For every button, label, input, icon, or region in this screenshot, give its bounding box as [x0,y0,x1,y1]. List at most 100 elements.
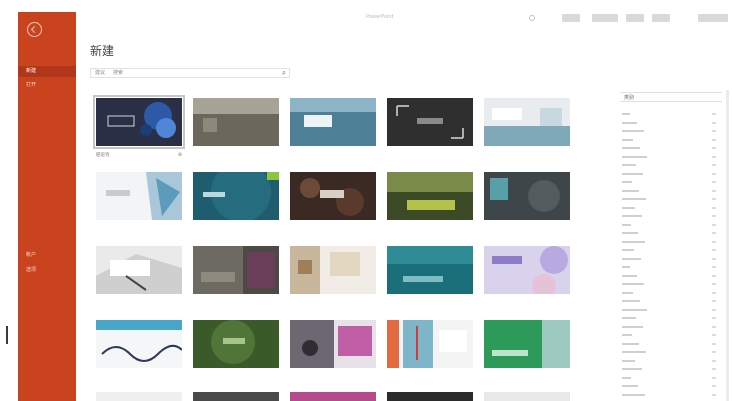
category-count-placeholder [712,223,716,226]
category-text-placeholder [622,308,647,311]
category-item[interactable] [618,153,722,161]
category-item[interactable] [618,382,722,390]
template-card[interactable] [484,392,570,401]
category-panel: 类别 [618,90,722,401]
category-item[interactable] [618,144,722,152]
category-text-placeholder [622,215,642,217]
template-card[interactable] [96,392,182,401]
category-count-placeholder [712,189,716,192]
user-icon[interactable] [529,15,535,21]
sidebar-item[interactable] [18,176,76,187]
category-item[interactable] [618,136,722,144]
backstage-sidebar: 新建 打开 帐户 选项 [18,12,76,401]
category-item[interactable] [618,255,722,263]
template-label: 肥皂泡 [96,153,110,158]
sidebar-item[interactable] [18,210,76,221]
category-item[interactable] [618,289,722,297]
category-count-placeholder [712,215,716,217]
category-item[interactable] [618,161,722,169]
category-count-placeholder [712,393,716,396]
app-title: PowerPoint [366,14,394,20]
category-text-placeholder [622,172,643,175]
close-icon[interactable] [698,14,728,22]
search-icon[interactable]: ρ [281,70,287,76]
category-item[interactable] [618,221,722,229]
category-item[interactable] [618,306,722,314]
search-prefix: 建议 [95,70,106,76]
category-text-placeholder [622,300,640,302]
category-text-placeholder [622,113,630,115]
category-item[interactable] [618,246,722,254]
back-arrow-icon[interactable] [27,22,42,37]
template-card[interactable] [193,392,279,401]
search-input[interactable]: 建议 搜索 ρ [90,68,290,78]
category-count-placeholder [712,334,716,336]
category-item[interactable] [618,110,722,118]
template-thumbnail [387,320,473,368]
category-item[interactable] [618,357,722,365]
category-item[interactable] [618,340,722,348]
category-text-placeholder [622,181,632,183]
category-item[interactable] [618,187,722,195]
template-card[interactable] [290,392,376,401]
minimize-icon[interactable] [592,14,618,22]
category-item[interactable] [618,119,722,127]
powerpoint-backstage-window: 新建 打开 帐户 选项 PowerPoint 新建 建议 搜索 ρ 肥皂泡 ⊕ [0,0,732,401]
category-item[interactable] [618,314,722,322]
category-text-placeholder [622,368,642,370]
category-scrollbar[interactable] [726,90,729,401]
left-margin [0,0,18,401]
template-card[interactable] [387,392,473,401]
template-thumbnail [290,98,376,146]
sidebar-item[interactable] [18,112,76,123]
category-item[interactable] [618,297,722,305]
restore-icon[interactable] [626,14,644,22]
category-count-placeholder [712,368,716,370]
category-count-placeholder [712,172,716,175]
category-text-placeholder [622,130,644,132]
category-item[interactable] [618,170,722,178]
category-count-placeholder [712,308,716,311]
sidebar-item-account[interactable]: 帐户 [18,250,76,261]
category-text-placeholder [622,232,638,234]
category-count-placeholder [712,198,716,200]
category-item[interactable] [618,238,722,246]
category-item[interactable] [618,323,722,331]
category-item[interactable] [618,212,722,220]
category-text-placeholder [622,121,637,124]
help-icon[interactable] [562,14,580,22]
category-item[interactable] [618,204,722,212]
category-text-placeholder [622,198,646,200]
template-thumbnail [193,392,279,401]
category-count-placeholder [712,121,716,124]
category-text-placeholder [622,385,638,387]
sidebar-item[interactable] [18,192,76,203]
category-text-placeholder [622,342,639,345]
category-item[interactable] [618,263,722,271]
category-item[interactable] [618,229,722,237]
category-item[interactable] [618,195,722,203]
maximize-icon[interactable] [652,14,670,22]
category-text-placeholder [622,257,641,260]
category-item[interactable] [618,391,722,399]
category-text-placeholder [622,376,631,379]
category-item[interactable] [618,280,722,288]
category-item[interactable] [618,272,722,280]
sidebar-item-open[interactable]: 打开 [18,80,76,91]
category-text-placeholder [622,138,633,141]
category-item[interactable] [618,178,722,186]
sidebar-item[interactable] [18,96,76,107]
category-item[interactable] [618,365,722,373]
sidebar-item[interactable] [18,144,76,155]
category-item[interactable] [618,127,722,135]
sidebar-item-new[interactable]: 新建 [18,66,76,77]
sidebar-item[interactable] [18,128,76,139]
category-count-placeholder [712,376,716,379]
sidebar-item-options[interactable]: 选项 [18,265,76,276]
search-value: 搜索 [113,70,124,76]
category-item[interactable] [618,331,722,339]
category-item[interactable] [618,348,722,356]
sidebar-item[interactable] [18,160,76,171]
pin-icon[interactable]: ⊕ [178,152,182,158]
category-item[interactable] [618,374,722,382]
